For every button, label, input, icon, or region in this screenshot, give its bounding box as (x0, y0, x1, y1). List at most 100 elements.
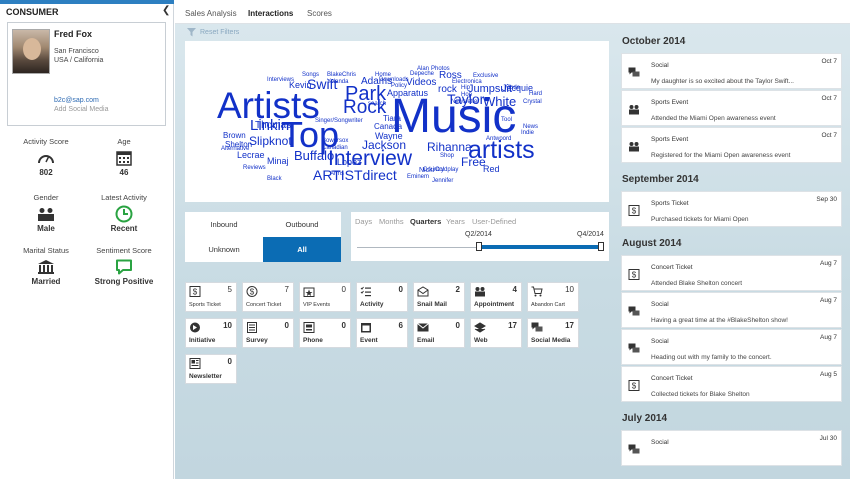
range-start-handle[interactable] (476, 242, 482, 251)
profile-city: San Francisco (54, 48, 99, 55)
cloud-word[interactable]: Red (483, 165, 500, 174)
cloud-word[interactable]: Depeche (410, 71, 434, 77)
tile-phone[interactable]: 0 Phone (299, 318, 351, 348)
segment-all[interactable]: All (263, 237, 341, 262)
tile-email[interactable]: 0 Email (413, 318, 465, 348)
tile-survey[interactable]: 0 Survey (242, 318, 294, 348)
svg-text:$: $ (632, 382, 637, 391)
cloud-word[interactable]: Hop (461, 92, 472, 98)
reset-filters-button[interactable]: Reset Filters (187, 28, 239, 37)
feed-item[interactable]: Social Jul 30 (621, 430, 842, 466)
kpi-value: Recent (110, 224, 138, 233)
cloud-word[interactable]: Songs (302, 72, 319, 78)
feed-item[interactable]: $ Sports Ticket Purchased tickets for Miam… (621, 191, 842, 227)
tab-interactions[interactable]: Interactions (248, 9, 293, 18)
tile-social-media[interactable]: 17 Social Media (527, 318, 579, 348)
cloud-word[interactable]: Newsletter (451, 99, 479, 105)
cloud-word[interactable]: Apparatus (387, 89, 428, 98)
cloud-word[interactable]: Slipknot (249, 135, 292, 147)
cloud-word[interactable]: Policy (391, 83, 407, 89)
segment-outbound[interactable]: Outbound (263, 212, 341, 237)
cloud-word[interactable]: Tiara (383, 115, 401, 123)
cloud-word[interactable]: Tool (501, 117, 512, 123)
tile-concert-ticket[interactable]: $7 Concert Ticket (242, 282, 294, 312)
granularity-months[interactable]: Months (379, 217, 404, 226)
tab-sales-analysis[interactable]: Sales Analysis (185, 9, 237, 18)
tile-count: 4 (512, 285, 517, 294)
granularity-years[interactable]: Years (446, 217, 465, 226)
tile-count: 0 (341, 321, 346, 330)
tile-initiative[interactable]: 10 Initiative (185, 318, 237, 348)
cloud-word[interactable]: Chris (342, 72, 356, 78)
dollar-ticket-icon: $ (628, 380, 640, 391)
cloud-word[interactable]: Indie (521, 130, 534, 136)
granularity-days[interactable]: Days (355, 217, 372, 226)
segment-inbound[interactable]: Inbound (185, 212, 263, 237)
cloud-word[interactable]: Interviews (267, 77, 294, 83)
cloud-word[interactable]: White (483, 95, 516, 108)
tile-label: Phone (303, 337, 323, 344)
cloud-word[interactable]: Yolanda (327, 79, 348, 85)
cloud-word[interactable]: Lopez (337, 158, 362, 167)
feed-item-type: Sports Event (651, 99, 689, 106)
cloud-word[interactable]: ARTISTdirect (313, 168, 397, 182)
cloud-word[interactable]: Singer/Songwriter (315, 118, 363, 124)
cloud-word[interactable]: Wayne (375, 132, 403, 141)
cloud-word[interactable]: Thomas (255, 121, 291, 131)
cloud-word[interactable]: Hip (461, 85, 470, 91)
cloud-word[interactable]: rock (438, 85, 457, 95)
cloud-word[interactable]: Free (461, 156, 486, 168)
feed-item[interactable]: Sports Event Registered for the Miami Ope… (621, 127, 842, 163)
feed-item-description: Purchased tickets for Miami Open (651, 216, 749, 223)
granularity-quarters[interactable]: Quarters (410, 217, 441, 226)
cloud-word[interactable]: Jennifer (432, 178, 453, 184)
cloud-word[interactable]: Blake (327, 72, 342, 78)
tile-count: 17 (565, 321, 574, 330)
feed-item[interactable]: Social My daughter is so excited about th… (621, 53, 842, 89)
collapse-sidebar-icon[interactable]: ❮ (162, 5, 170, 16)
tile-sports-ticket[interactable]: $5 Sports Ticket (185, 282, 237, 312)
add-social-media-link[interactable]: Add Social Media (54, 106, 108, 113)
feed-item[interactable]: Social Heading out with my family to the … (621, 329, 842, 365)
tile-web[interactable]: 17 Web (470, 318, 522, 348)
tab-scores[interactable]: Scores (307, 9, 332, 18)
cloud-word[interactable]: Hard (529, 91, 542, 97)
cloud-word[interactable]: Rihanna (427, 141, 472, 153)
cloud-word[interactable]: Minaj (267, 157, 289, 166)
cloud-word[interactable]: Reviews (243, 165, 266, 171)
cloud-word[interactable]: Mode (505, 85, 520, 91)
range-end-handle[interactable] (598, 242, 604, 251)
cloud-word[interactable]: Lecrae (237, 151, 265, 160)
cloud-word[interactable]: Home (375, 72, 391, 78)
cloud-word[interactable]: Bowersox (322, 138, 348, 144)
feed-item[interactable]: Social Having a great time at the #BlakeS… (621, 292, 842, 328)
tile-activity[interactable]: 0 Activity (356, 282, 408, 312)
cloud-word[interactable]: Arms (330, 171, 344, 177)
cloud-word[interactable]: Brown (223, 132, 246, 140)
tile-snail-mail[interactable]: 2 Snail Mail (413, 282, 465, 312)
cloud-word[interactable]: search (368, 101, 386, 107)
month-header: July 2014 (622, 413, 668, 424)
tile-appointment[interactable]: 4 Appointment (470, 282, 522, 312)
segment-unknown[interactable]: Unknown (185, 237, 263, 262)
cloud-word[interactable]: Crystal (523, 99, 542, 105)
cloud-word[interactable]: Black (267, 176, 282, 182)
cloud-word[interactable]: Canada (374, 123, 402, 131)
cloud-word[interactable]: Alternative (221, 146, 249, 152)
cloud-word[interactable]: Videos (406, 78, 436, 88)
tile-count: 0 (398, 285, 403, 294)
feed-item[interactable]: $ Concert Ticket Collected tickets for Bla… (621, 366, 842, 402)
cloud-word[interactable]: Country (423, 167, 444, 173)
cloud-word[interactable]: Antwoord (486, 136, 511, 142)
cloud-word[interactable]: Canadian (322, 145, 348, 151)
tile-newsletter[interactable]: 0 Newsletter (185, 354, 237, 384)
tile-abandon-cart[interactable]: 10 Abandon Cart (527, 282, 579, 312)
feed-item[interactable]: $ Concert Ticket Attended Blake Shelton co… (621, 255, 842, 291)
cloud-word[interactable]: Shop (440, 153, 454, 159)
feed-item[interactable]: Sports Event Attended the Miami Open awar… (621, 90, 842, 126)
granularity-user-defined[interactable]: User-Defined (472, 217, 516, 226)
cloud-word[interactable]: Eminem (407, 174, 429, 180)
tile-vip-events[interactable]: 0 VIP Events (299, 282, 351, 312)
profile-email-link[interactable]: b2c@sap.com (54, 97, 99, 104)
tile-event[interactable]: 6 Event (356, 318, 408, 348)
